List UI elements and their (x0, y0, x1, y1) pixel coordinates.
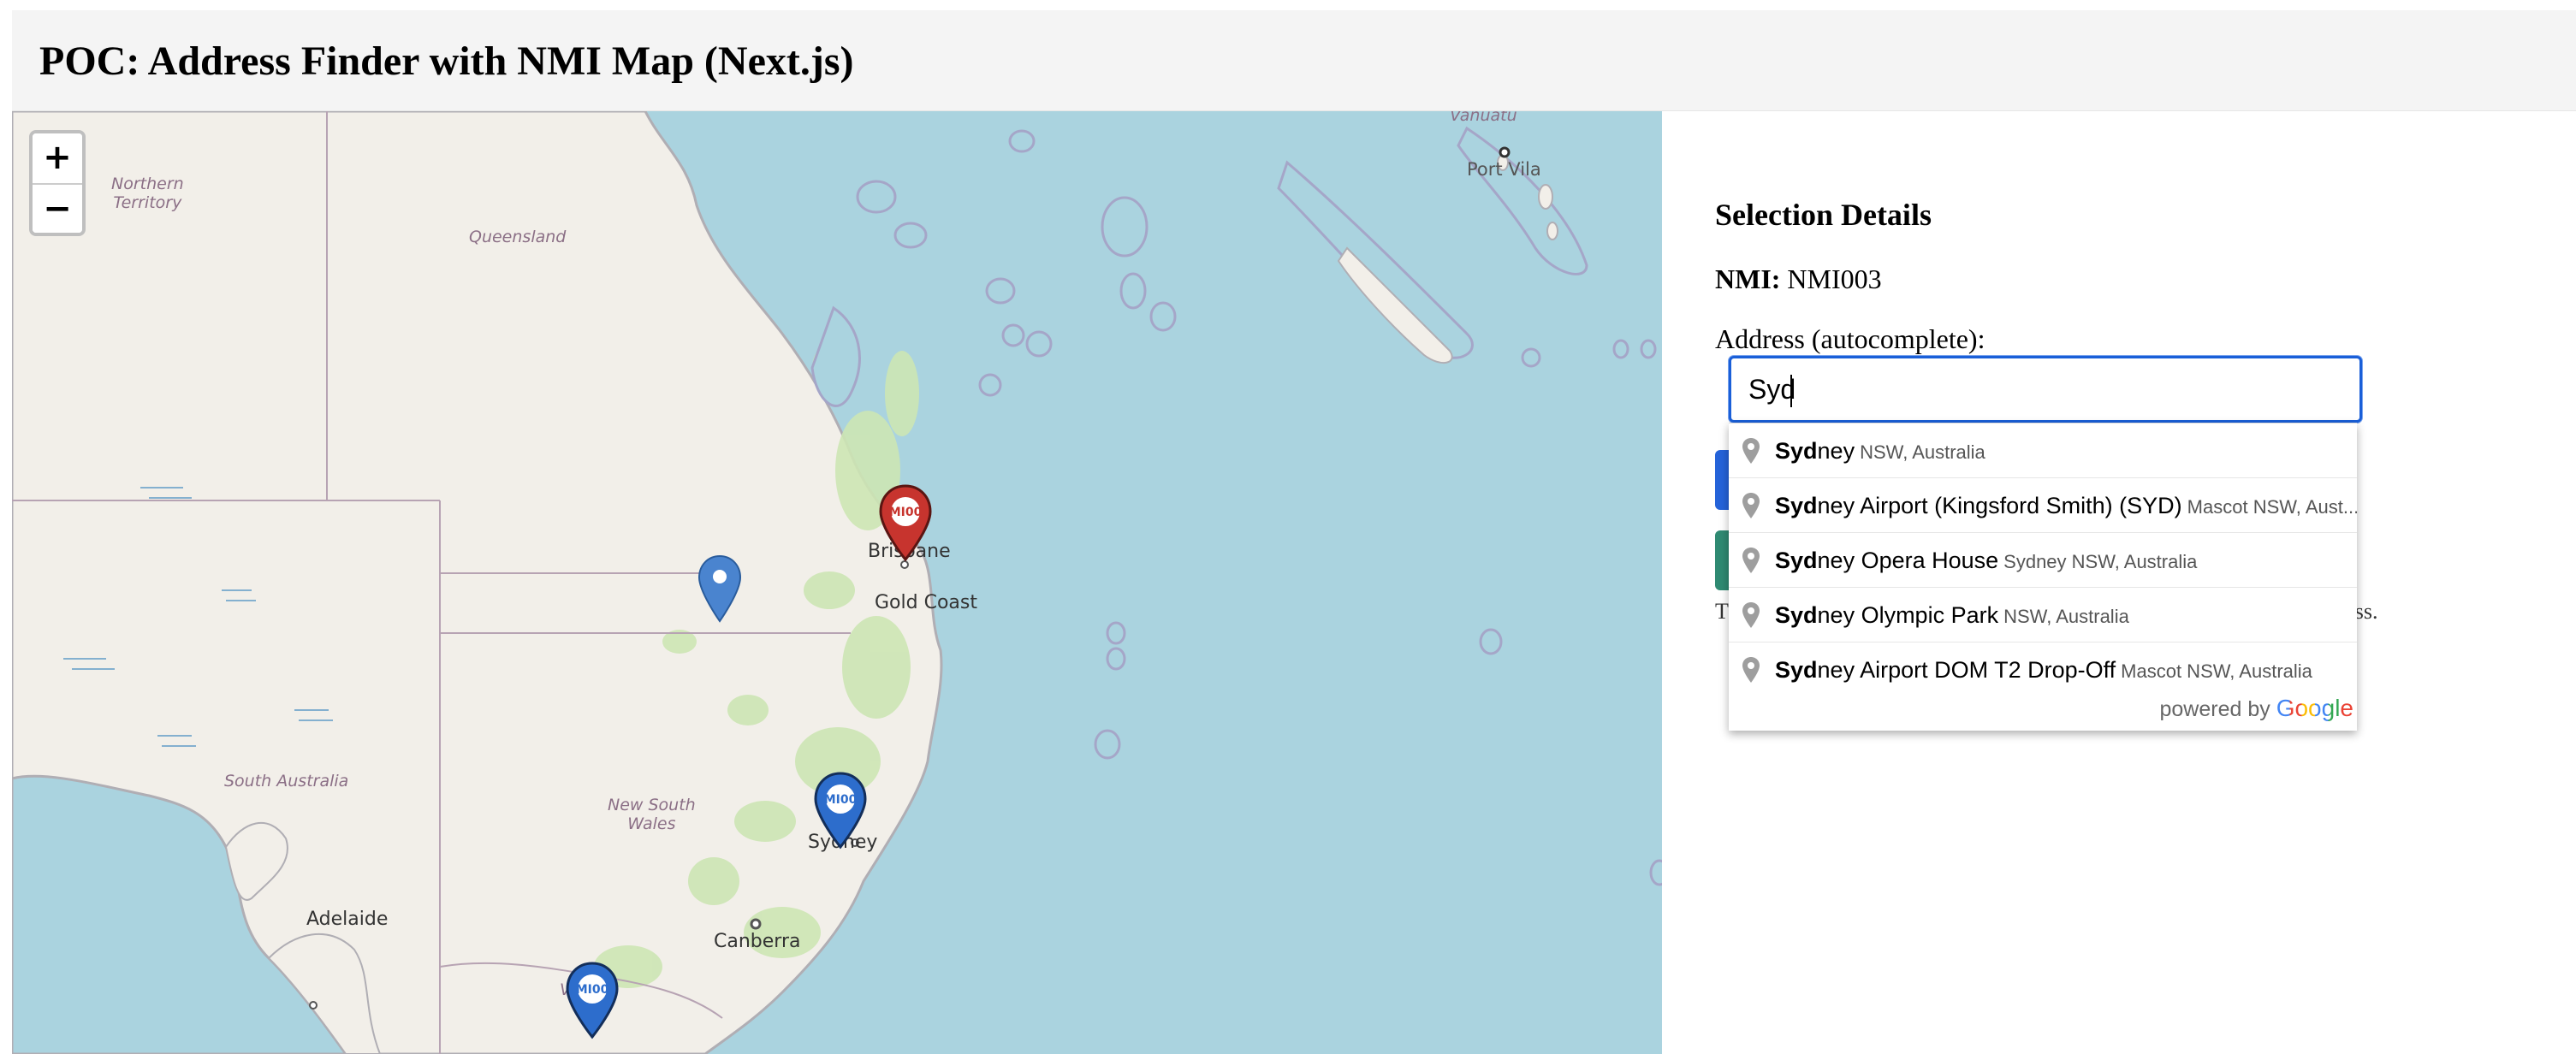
map-label-queensland: Queensland (469, 228, 567, 246)
details-heading: Selection Details (1715, 198, 1932, 232)
map-label-south-australia: South Australia (224, 772, 349, 790)
page-title: POC: Address Finder with NMI Map (Next.j… (39, 38, 854, 84)
suggestion-match: Syd (1775, 602, 1818, 628)
text-caret (1790, 375, 1792, 407)
hint-text-start: T (1715, 599, 1729, 624)
marker-text: MI00 (889, 506, 923, 519)
suggestion-match: Syd (1775, 493, 1818, 518)
suggestion-item[interactable]: Sydney Opera House Sydney NSW, Australia (1729, 533, 2357, 588)
nmi-marker-sydney[interactable]: MI00 (813, 772, 868, 850)
app-header: POC: Address Finder with NMI Map (Next.j… (12, 10, 2576, 111)
suggestion-secondary: NSW, Australia (1860, 441, 1985, 463)
google-logo: Google (2276, 695, 2353, 721)
marker-text: MI00 (576, 983, 609, 997)
suggestion-secondary: Sydney NSW, Australia (2003, 551, 2198, 572)
suggestion-item[interactable]: Sydney Olympic Park NSW, Australia (1729, 588, 2357, 642)
nmi-marker-brisbane[interactable]: MI00 (878, 484, 933, 563)
address-label: Address (autocomplete): (1715, 323, 1985, 354)
suggestion-match: Syd (1775, 657, 1818, 683)
suggestion-secondary: Mascot NSW, Aust... (2187, 496, 2357, 518)
zoom-out-button[interactable]: − (33, 183, 82, 233)
map-tiles[interactable] (12, 111, 1662, 1054)
map-label-port-vila: Port Vila (1467, 159, 1541, 180)
location-pin-icon (1742, 438, 1760, 464)
map-label-nsw-line1: New South (608, 796, 696, 814)
autocomplete-dropdown: Sydney NSW, Australia Sydney Airport (Kin… (1729, 423, 2357, 731)
zoom-in-button[interactable]: + (33, 133, 82, 183)
suggestion-rest: ney Airport DOM T2 Drop-Off (1817, 657, 2116, 683)
nmi-marker-melbourne[interactable]: MI00 (565, 962, 620, 1040)
suggestion-rest: ney Opera House (1817, 548, 1999, 573)
map-label-nsw-line2: Wales (627, 814, 676, 833)
map-view[interactable]: + − Northern Territory Queensland Vanuatu… (12, 111, 1662, 1054)
suggestion-match: Syd (1775, 548, 1818, 573)
address-input[interactable] (1729, 356, 2362, 423)
suggestion-item[interactable]: Sydney Airport (Kingsford Smith) (SYD) Ma… (1729, 478, 2357, 533)
nmi-label: NMI: (1715, 264, 1781, 294)
suggestion-match: Syd (1775, 438, 1818, 464)
suggestion-rest: ney Airport (Kingsford Smith) (SYD) (1817, 493, 2182, 518)
map-label-canberra: Canberra (714, 931, 801, 952)
map-label-adelaide: Adelaide (306, 909, 389, 930)
map-label-northern-territory-line2: Territory (113, 193, 182, 212)
suggestion-item[interactable]: Sydney Airport DOM T2 Drop-Off Mascot NSW… (1729, 642, 2357, 697)
powered-by-text: powered by (2159, 697, 2270, 721)
location-pin-icon (1742, 548, 1760, 573)
suggestion-secondary: Mascot NSW, Australia (2121, 660, 2312, 682)
suggestion-rest: ney Olympic Park (1817, 602, 1999, 628)
map-label-gold-coast: Gold Coast (875, 592, 977, 613)
suggestion-secondary: NSW, Australia (2003, 606, 2129, 627)
location-pin-icon (1742, 657, 1760, 683)
google-brand-text: Google (2276, 695, 2353, 721)
map-label-vanuatu: Vanuatu (1450, 111, 1517, 125)
suggestion-item[interactable]: Sydney NSW, Australia (1729, 423, 2357, 478)
map-label-northern-territory: Northern Territory (111, 175, 184, 212)
nmi-line: NMI: NMI003 (1715, 264, 1882, 295)
zoom-control: + − (29, 130, 86, 236)
suggestion-rest: ney (1817, 438, 1855, 464)
powered-by-google: powered by Google (2160, 695, 2354, 722)
location-pin-icon (1742, 493, 1760, 518)
map-label-northern-territory-line1: Northern (111, 175, 184, 193)
location-marker[interactable] (697, 554, 743, 623)
location-pin-icon (1742, 602, 1760, 628)
nmi-value: NMI003 (1787, 264, 1882, 294)
map-label-new-south-wales: New South Wales (608, 796, 696, 833)
marker-text: MI00 (824, 793, 858, 807)
